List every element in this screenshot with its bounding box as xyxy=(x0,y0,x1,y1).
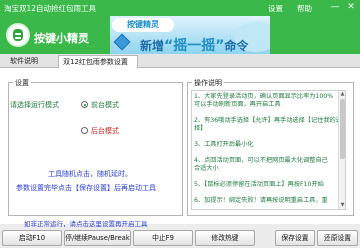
help-line: 择】 xyxy=(194,125,207,132)
help-line: 5、【鼠标必须停留在活动页面上】再按F10开始 xyxy=(194,181,324,188)
help-line: 合适大小 xyxy=(194,165,219,172)
tab-parameter-settings[interactable]: 双12红包雨参数设置 xyxy=(58,55,138,68)
tab-bar: 软件说明 双12红包雨参数设置 xyxy=(0,54,360,68)
button-bar: 启动F10 停/继续Pause/Break 中止F9 修改热键 保存设置 还原设… xyxy=(0,228,360,248)
settings-legend: 设置 xyxy=(13,78,31,88)
tab-software-info[interactable]: 软件说明 xyxy=(6,55,48,68)
start-button[interactable]: 启动F10 xyxy=(2,230,62,246)
foreground-mode-radio[interactable] xyxy=(81,101,88,108)
scroll-up-icon[interactable]: ▲ xyxy=(339,91,345,98)
random-click-note: 工具随机点击，随机延时。 xyxy=(48,170,132,178)
menu-settings[interactable]: 设置 xyxy=(268,3,283,14)
slogan-suffix: 命令 xyxy=(224,39,249,53)
help-line: 1、大家先登录活动页，确认页面显示比率为100% xyxy=(194,93,334,100)
help-line: 可以手动刷新页面，再开启工具 xyxy=(194,101,281,108)
help-line: 2、有36哦动手选择【允许】再手动选择【记住我的选 xyxy=(194,117,342,124)
scroll-thumb[interactable] xyxy=(340,99,345,159)
mode-label: 请选择运行模式 xyxy=(10,101,59,109)
status-link[interactable]: 如非正常运行，请点击这里设置再开启工具 xyxy=(24,218,148,228)
modify-hotkey-button[interactable]: 修改热键 xyxy=(195,230,255,246)
slogan-prefix: 新增 xyxy=(140,39,165,53)
save-settings-button[interactable]: 保存设置 xyxy=(275,230,315,246)
minimize-icon[interactable]: — xyxy=(328,1,342,14)
close-icon[interactable]: ✕ xyxy=(344,1,358,14)
robot-logo-icon xyxy=(6,23,30,47)
foreground-mode-label[interactable]: 前台模式 xyxy=(91,100,119,110)
background-mode-label[interactable]: 后台模式 xyxy=(91,126,119,136)
background-mode-radio[interactable] xyxy=(81,127,88,134)
menu-help[interactable]: 帮助 xyxy=(297,3,312,14)
restore-settings-button[interactable]: 还原设置 xyxy=(317,230,358,246)
slogan-highlight: “摇一摇” xyxy=(164,38,225,54)
ad-banner[interactable]: 按键精灵 新增“摇一摇”命令 xyxy=(110,16,270,54)
title-bar: 淘宝双12自动抢红包雨工具 设置 帮助 — ✕ xyxy=(0,0,360,16)
scroll-down-icon[interactable]: ▼ xyxy=(339,202,345,209)
brand-name: 按键小精灵 xyxy=(34,32,89,45)
banner-slogan: 新增“摇一摇”命令 xyxy=(140,35,248,54)
help-line: 3、工具打开后最小化 xyxy=(194,141,254,148)
help-scrollbar[interactable]: ▲ ▼ xyxy=(338,91,345,209)
stop-button[interactable]: 中止F9 xyxy=(133,230,193,246)
save-hint: 参数设置完毕点击【保存设置】后再启动工具 xyxy=(16,184,156,192)
status-bar: 如非正常运行，请点击这里设置再开启工具 xyxy=(0,218,360,228)
help-line: 6、加提示！绑定失败！请再按说明重启工具，重 xyxy=(194,197,328,204)
diamond-icon xyxy=(113,33,131,51)
help-line: 4、点回活动页面，可以不把网页最大化调整自己 xyxy=(194,157,328,164)
help-textarea[interactable]: 1、大家先登录活动页，确认页面显示比率为100% 可以手动刷新页面，再开启工具 … xyxy=(191,90,346,210)
banner-tag: 按键精灵 xyxy=(112,18,174,32)
pause-resume-button[interactable]: 停/继续Pause/Break xyxy=(64,230,131,246)
window-title: 淘宝双12自动抢红包雨工具 xyxy=(4,4,97,13)
help-legend: 操作说明 xyxy=(192,78,224,88)
